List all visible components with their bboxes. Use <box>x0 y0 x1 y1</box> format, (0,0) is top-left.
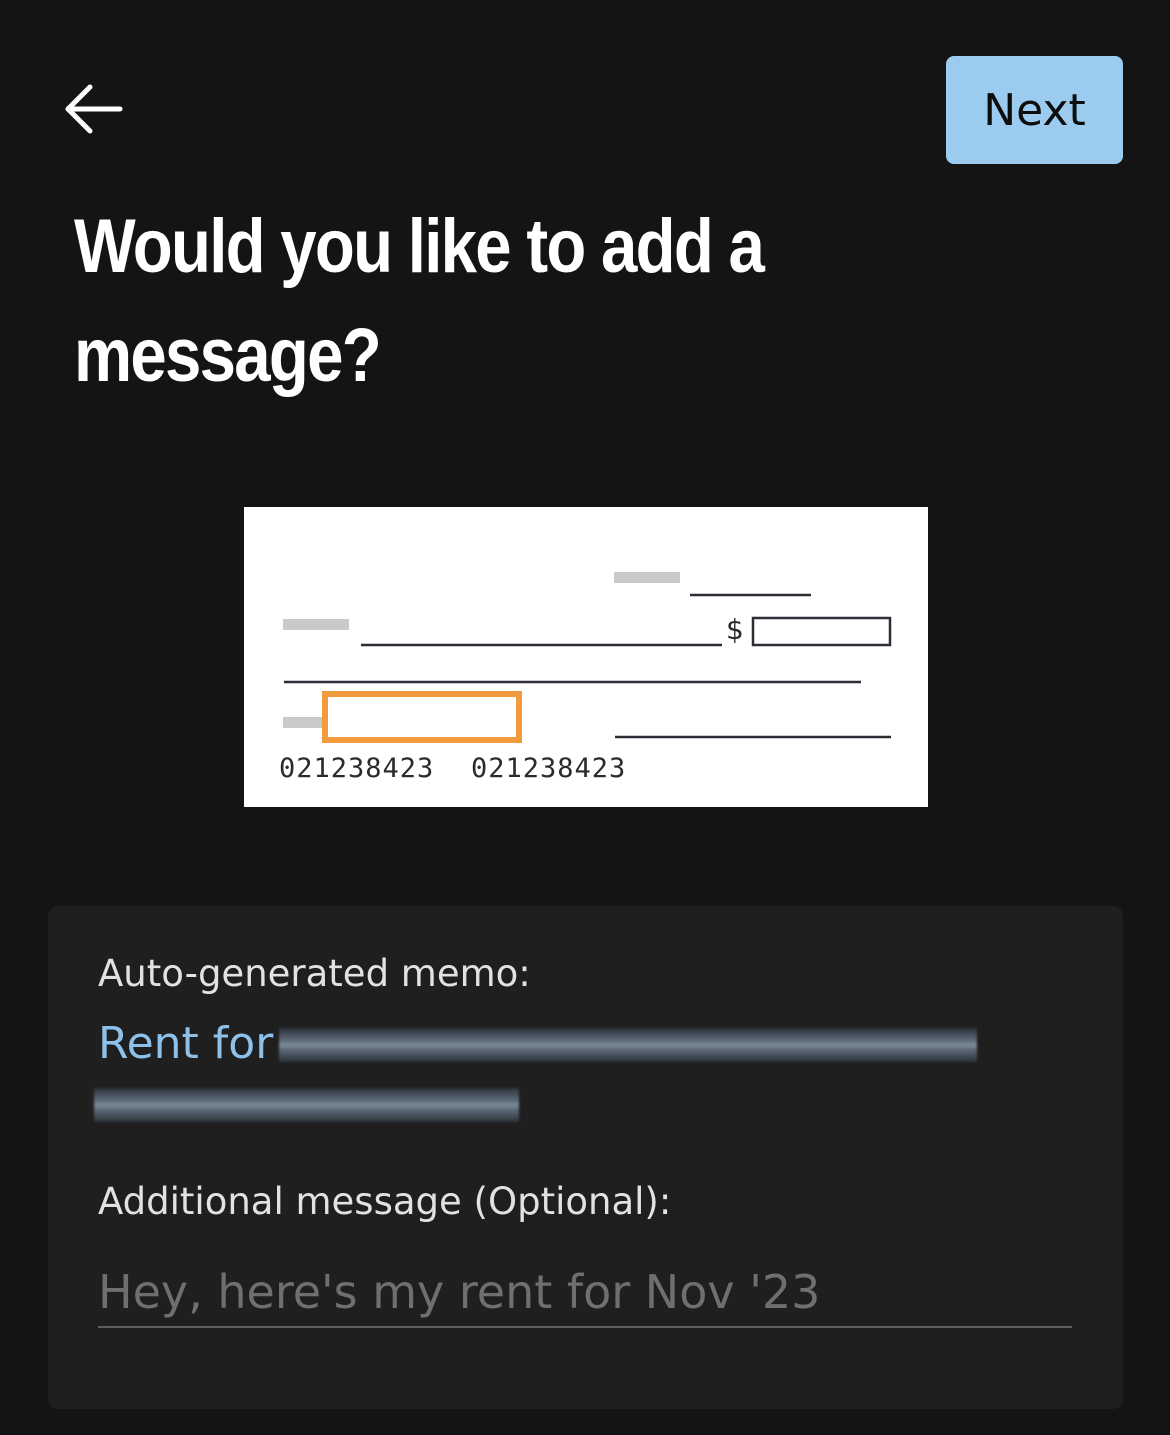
page-title: Would you like to add a message? <box>74 204 765 398</box>
date-label-placeholder <box>614 572 680 583</box>
redacted-memo-text-line-2 <box>94 1088 519 1122</box>
additional-message-input[interactable] <box>98 1258 1072 1328</box>
check-illustration: $ 021238423 021238423 <box>244 507 928 807</box>
additional-message-label: Additional message (Optional): <box>98 1180 672 1223</box>
next-button[interactable]: Next <box>946 56 1123 164</box>
auto-memo-value: Rent for <box>98 1018 274 1069</box>
memo-label-placeholder <box>283 717 325 728</box>
memo-highlight-box <box>322 691 522 743</box>
arrow-left-icon <box>65 84 123 134</box>
back-button[interactable] <box>58 78 128 140</box>
memo-panel: Auto-generated memo: Rent for Additional… <box>48 906 1123 1409</box>
amount-box <box>751 616 892 647</box>
currency-symbol: $ <box>726 613 744 646</box>
routing-number: 021238423 <box>279 753 435 784</box>
redacted-memo-text <box>279 1028 977 1062</box>
account-number: 021238423 <box>471 753 627 784</box>
auto-memo-label: Auto-generated memo: <box>98 952 531 995</box>
payee-label-placeholder <box>283 619 349 630</box>
